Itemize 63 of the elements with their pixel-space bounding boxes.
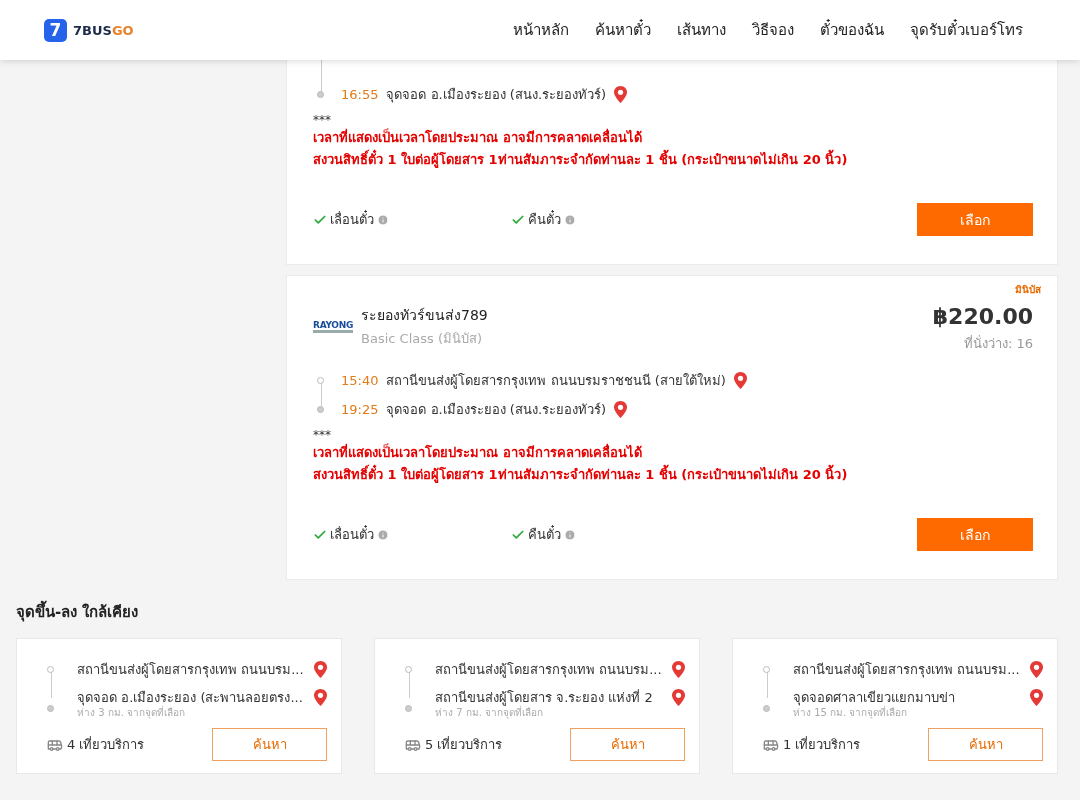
nav-link[interactable]: ค้นหาตั๋ว (582, 18, 664, 42)
bus-class: Basic Class (มินิบัส) (361, 330, 484, 348)
stop-time: 16:55 (341, 87, 379, 102)
nav-link[interactable]: ตั๋วของฉัน (807, 18, 897, 42)
timeline-dot (763, 705, 770, 712)
stop-name: จุดจอด อ.เมืองระยอง (สะพานลอยตรง... (77, 688, 303, 706)
map-pin-icon (672, 688, 685, 706)
stop-name: จุดจอด อ.เมืองระยอง (สนง.ระยองทัวร์) (386, 401, 607, 420)
note-mark: *** (313, 428, 332, 442)
operator-logo: RAYONG (313, 320, 353, 333)
info-icon[interactable] (564, 528, 576, 541)
map-pin-icon (1030, 660, 1043, 678)
map-pin-icon (614, 86, 628, 103)
feature-label: คืนตั๋ว (528, 524, 561, 544)
warning-note: เวลาที่แสดงเป็นเวลาโดยประมาณ อาจมีการคลาดเคลื่อนได้ (313, 127, 643, 147)
info-icon[interactable] (377, 213, 389, 226)
trip-count: 1 เที่ยวบริการ (783, 735, 861, 754)
warning-note: เวลาที่แสดงเป็นเวลาโดยประมาณ อาจมีการคลาดเคลื่อนได้ (313, 442, 643, 462)
distance-text: ห่าง 7 กม. จากจุดที่เลือก (435, 705, 685, 720)
trip-count: 5 เที่ยวบริการ (425, 735, 503, 754)
timeline-dot (405, 705, 412, 712)
info-icon[interactable] (377, 528, 389, 541)
warning-note: สงวนสิทธิ์ตั๋ว 1 ใบต่อผู้โดยสาร 1ท่านสัมภาระจำกัดท่านละ 1 ชิ้น (กระเป๋าขนาดไม่เกิน 20 นิ้ว) (313, 464, 1033, 486)
distance-text: ห่าง 3 กม. จากจุดที่เลือก (77, 705, 187, 720)
warning-note: สงวนสิทธิ์ตั๋ว 1 ใบต่อผู้โดยสาร 1ท่านสัมภาระจำกัดท่านละ 1 ชิ้น (กระเป๋าขนาดไม่เกิน 20 นิ้ว) (313, 149, 1033, 171)
stop-name: สถานีขนส่งผู้โดยสารกรุงเทพ ถนนบรม... (77, 660, 304, 680)
price: ฿220.00 (932, 304, 1033, 329)
bus-type-label: มินิบัส (1015, 283, 1041, 297)
distance-text: ห่าง 15 กม. จากจุดที่เลือก (793, 705, 908, 720)
timeline-dot (47, 665, 54, 673)
timeline-dot (47, 705, 54, 712)
nav-link[interactable]: หน้าหลัก (500, 18, 582, 42)
timeline-dot (317, 377, 324, 384)
info-icon[interactable] (564, 213, 576, 226)
stop-name: สถานีขนส่งผู้โดยสารกรุงเทพ ถนนบรม... (435, 660, 662, 680)
stop-name: สถานีขนส่งผู้โดยสารกรุงเทพ ถนนบรม... (793, 660, 1020, 680)
nav-link[interactable]: เส้นทาง (664, 18, 739, 42)
feature-label: เลื่อนตั๋ว (330, 524, 374, 544)
operator-name: ระยองทัวร์ขนส่ง789 (361, 306, 488, 325)
map-pin-icon (1030, 688, 1043, 706)
feature-label: เลื่อนตั๋ว (330, 209, 374, 229)
timeline-dot (763, 665, 770, 673)
stop-name: สถานีขนส่งผู้โดยสาร จ.ระยอง แห่งที่ 2 (435, 688, 653, 706)
map-pin-icon (733, 372, 747, 389)
note-mark: *** (313, 113, 332, 127)
map-pin-icon (614, 401, 628, 418)
trip-count: 4 เที่ยวบริการ (67, 735, 145, 754)
stop-name: จุดจอด อ.เมืองระยอง (สนง.ระยองทัวร์) (386, 86, 607, 105)
stop-time: 19:25 (341, 402, 379, 417)
nav-link[interactable]: วิธีจอง (739, 18, 807, 42)
stop-name: จุดจอดศาลาเขียวแยกมาบข่า (793, 688, 955, 706)
stop-name: สถานีขนส่งผู้โดยสารกรุงเทพ ถนนบรมราชชนนี (สายใต้ใหม่) (386, 372, 726, 391)
map-pin-icon (314, 688, 327, 706)
section-title: จุดขึ้น-ลง ใกล้เคียง (16, 600, 1058, 624)
timeline-dot (405, 665, 412, 673)
logo-mark[interactable]: 7 (44, 18, 67, 42)
map-pin-icon (672, 660, 685, 678)
nav-link[interactable]: จุดรับตั๋วเบอร์โทร (897, 18, 1036, 42)
logo-text[interactable]: 7BUSGO (73, 22, 134, 38)
map-pin-icon (314, 660, 327, 678)
seats-available: ที่นั่งว่าง: 16 (962, 334, 1033, 353)
feature-label: คืนตั๋ว (528, 209, 561, 229)
stop-time: 15:40 (341, 373, 379, 388)
